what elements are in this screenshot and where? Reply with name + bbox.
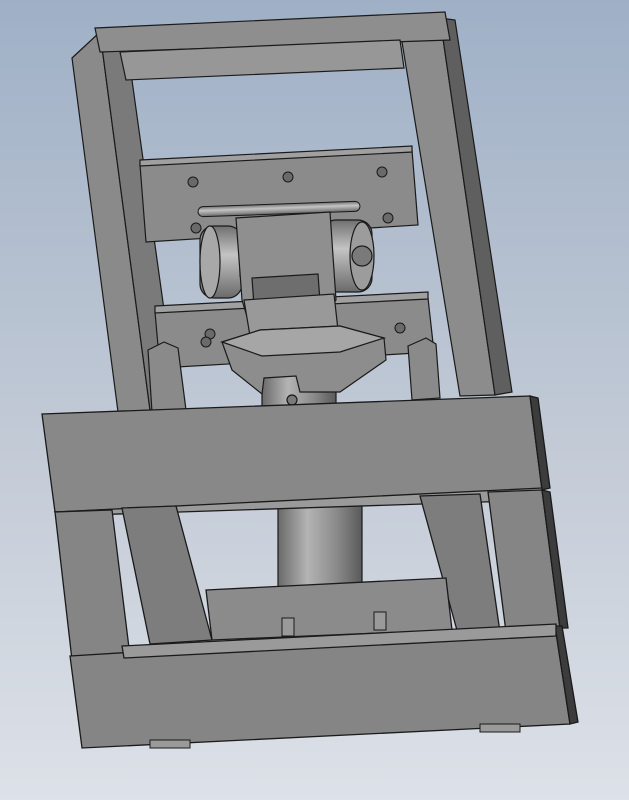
bolt-hole-icon bbox=[394, 322, 406, 334]
cad-render bbox=[41, 11, 579, 749]
bolt-hole-icon bbox=[382, 212, 394, 224]
left-roller-rim bbox=[199, 225, 221, 299]
base-tab-left bbox=[281, 617, 295, 637]
bolt-hole-icon bbox=[282, 171, 294, 183]
right-roller-hub bbox=[351, 245, 373, 267]
bolt-hole-icon bbox=[376, 166, 388, 178]
flange-screw-icon bbox=[286, 394, 298, 406]
bolt-hole-icon bbox=[190, 222, 202, 234]
foot-left bbox=[149, 739, 191, 749]
inner-left-rail bbox=[121, 505, 213, 645]
front-left-post bbox=[54, 509, 131, 661]
base-tab-right bbox=[373, 611, 387, 631]
cad-viewport bbox=[0, 0, 629, 800]
foot-right bbox=[479, 723, 521, 733]
bolt-hole-icon bbox=[187, 176, 199, 188]
right-guide-block bbox=[407, 337, 441, 401]
bolt-hole-icon bbox=[200, 336, 212, 348]
